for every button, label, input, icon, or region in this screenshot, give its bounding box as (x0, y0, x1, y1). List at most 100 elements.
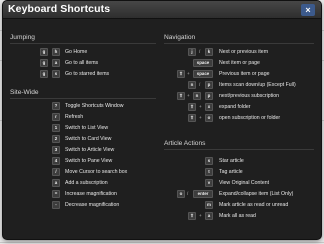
shortcut-row: 3 Switch to Article View (3, 146, 163, 154)
key-separator: / (187, 191, 189, 196)
keyboard-shortcuts-dialog: Keyboard Shortcuts × Jumping g h Go Home… (3, 1, 321, 239)
key-1: 1 (52, 124, 60, 132)
shortcut-row: ⇧ + a Mark all as read (163, 212, 321, 220)
key-g: g (40, 70, 48, 78)
shortcut-row: / Move Cursor to search box (3, 168, 163, 176)
key-p: p (205, 92, 213, 100)
shortcut-label: Mark article as read or unread (219, 202, 289, 208)
shortcut-label: Move Cursor to search box (65, 169, 128, 175)
key-separator: + (187, 71, 190, 76)
shortcut-row: v View Original Content (163, 179, 321, 187)
key-n: n (188, 81, 196, 89)
shortcut-row: j / k Next or previous item (163, 48, 321, 56)
shortcut-row: ⇧ + space Previous item or page (163, 70, 321, 78)
shortcut-row: - Decrease magnification (3, 201, 163, 209)
background-page (0, 242, 324, 243)
section-divider (10, 98, 156, 99)
shortcut-row: t Tag article (163, 168, 321, 176)
key-shift: ⇧ (177, 70, 185, 78)
key-question: ? (52, 102, 60, 110)
shortcut-label: Go Home (65, 49, 88, 55)
shortcut-row: ⇧ + n p next/previous subscription (163, 92, 321, 100)
key-p: p (205, 81, 213, 89)
shortcut-row: ⇧ + x expand folder (163, 103, 321, 111)
shortcut-label: Mark all as read (219, 213, 256, 219)
shortcut-row: g s Go to starred items (3, 70, 163, 78)
key-4: 4 (52, 157, 60, 165)
shortcut-label: Previous item or page (219, 71, 270, 77)
section-title-sitewide: Site-Wide (10, 89, 39, 96)
shortcut-label: open subscription or folder (219, 115, 281, 121)
shortcut-label: next/previous subscription (219, 93, 279, 99)
shortcut-row: space Next item or page (163, 59, 321, 67)
shortcut-label: Go to all items (65, 60, 99, 66)
shortcut-label: Tag article (219, 169, 243, 175)
key-j: j (188, 48, 196, 56)
key-equals: = (52, 190, 60, 198)
key-a: a (52, 179, 60, 187)
key-o: o (177, 190, 185, 198)
key-v: v (205, 179, 213, 187)
key-n: n (193, 92, 201, 100)
key-o: o (205, 114, 213, 122)
shortcut-label: Switch to List View (65, 125, 109, 131)
shortcut-label: Go to starred items (65, 71, 110, 77)
shortcut-label: Items scan down/up (Except Full) (219, 82, 296, 88)
shortcut-label: Refresh (65, 114, 84, 120)
key-t: t (205, 168, 213, 176)
key-shift: ⇧ (188, 212, 196, 220)
key-slash: / (52, 168, 60, 176)
shortcut-row: o / enter Expand/collapse item (List Onl… (163, 190, 321, 198)
shortcut-row: s Star article (163, 157, 321, 165)
key-shift: ⇧ (177, 92, 185, 100)
dialog-title: Keyboard Shortcuts (8, 3, 111, 15)
dialog-titlebar: Keyboard Shortcuts × (3, 1, 321, 19)
key-separator: / (199, 49, 201, 54)
key-enter: enter (193, 190, 213, 198)
shortcut-label: Switch to Pane View (65, 158, 113, 164)
shortcut-label: View Original Content (219, 180, 270, 186)
key-minus: - (52, 201, 60, 209)
key-a: a (205, 212, 213, 220)
shortcut-label: Next or previous item (219, 49, 269, 55)
key-k: k (205, 48, 213, 56)
shortcut-label: Switch to Article View (65, 147, 115, 153)
close-icon: × (305, 5, 311, 15)
shortcut-label: Add a subscription (65, 180, 108, 186)
key-h: h (52, 48, 60, 56)
key-2: 2 (52, 135, 60, 143)
key-separator: + (199, 104, 202, 109)
key-m: m (205, 201, 213, 209)
key-separator: + (187, 93, 190, 98)
key-separator: + (199, 213, 202, 218)
key-s: s (52, 70, 60, 78)
shortcut-row: 1 Switch to List View (3, 124, 163, 132)
key-g: g (40, 48, 48, 56)
shortcut-row: ? Toggle Shortcuts Window (3, 102, 163, 110)
shortcut-row: 4 Switch to Pane View (3, 157, 163, 165)
section-title-article-actions: Article Actions (164, 140, 206, 147)
key-x: x (205, 103, 213, 111)
shortcut-label: Decrease magnification (65, 202, 120, 208)
key-shift: ⇧ (188, 103, 196, 111)
section-title-jumping: Jumping (10, 34, 35, 41)
section-divider (10, 43, 156, 44)
key-3: 3 (52, 146, 60, 154)
shortcut-row: r Refresh (3, 113, 163, 121)
shortcut-label: Expand/collapse item (List Only) (219, 191, 294, 197)
key-separator: / (199, 82, 201, 87)
shortcut-label: expand folder (219, 104, 251, 110)
shortcut-row: ⇧ + o open subscription or folder (163, 114, 321, 122)
section-divider (164, 149, 314, 150)
shortcut-label: Next item or page (219, 60, 260, 66)
shortcut-label: Star article (219, 158, 244, 164)
key-g: g (40, 59, 48, 67)
shortcut-row: m Mark article as read or unread (163, 201, 321, 209)
key-r: r (52, 113, 60, 121)
section-divider (164, 43, 314, 44)
shortcut-row: = Increase magnification (3, 190, 163, 198)
shortcut-row: g a Go to all items (3, 59, 163, 67)
shortcut-row: a Add a subscription (3, 179, 163, 187)
close-button[interactable]: × (301, 4, 315, 16)
shortcut-label: Increase magnification (65, 191, 117, 197)
